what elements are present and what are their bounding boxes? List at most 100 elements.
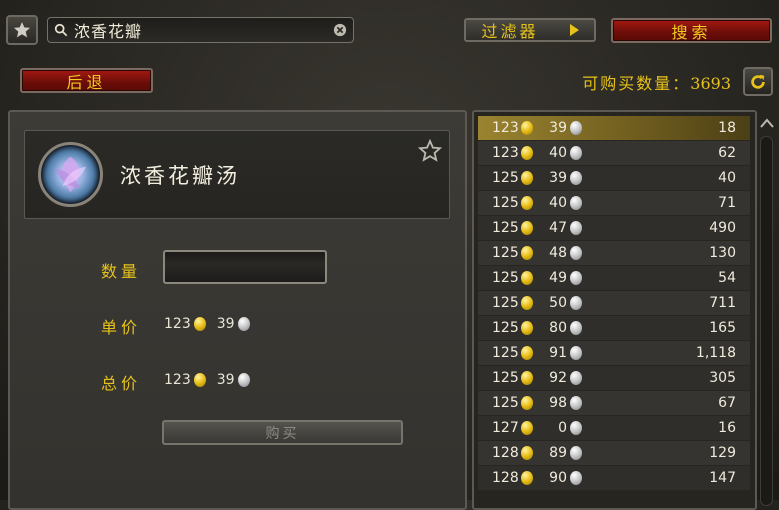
unit-price-gold: 123: [164, 316, 191, 332]
available-number: 3693: [690, 74, 731, 93]
scroll-up-button[interactable]: [758, 114, 776, 132]
listing-silver: 91: [549, 345, 567, 361]
quantity-input[interactable]: [163, 250, 327, 284]
gold-coin-icon: [521, 246, 533, 260]
item-name: 浓香花瓣汤: [120, 164, 240, 188]
listing-row[interactable]: 125 92 305: [478, 366, 750, 390]
listing-quantity: 130: [709, 245, 736, 261]
search-button[interactable]: 搜索: [611, 18, 772, 43]
favorites-button[interactable]: [6, 15, 38, 45]
back-button-label: 后退: [66, 72, 107, 92]
gold-coin-icon: [521, 396, 533, 410]
gold-coin-icon: [521, 321, 533, 335]
listing-gold: 125: [492, 370, 519, 386]
buy-button[interactable]: 购买: [162, 420, 403, 445]
gold-coin-icon: [521, 146, 533, 160]
item-icon: [38, 142, 103, 207]
silver-coin-icon: [570, 471, 582, 485]
gold-coin-icon: [193, 317, 206, 331]
listing-gold: 125: [492, 395, 519, 411]
listing-gold: 125: [492, 195, 519, 211]
gold-coin-icon: [521, 271, 533, 285]
listing-silver: 47: [549, 220, 567, 236]
silver-coin-icon: [570, 421, 582, 435]
search-button-label: 搜索: [671, 22, 712, 42]
listing-silver: 92: [549, 370, 567, 386]
listing-quantity: 71: [718, 195, 736, 211]
listing-gold: 125: [492, 270, 519, 286]
listing-silver: 39: [549, 120, 567, 136]
star-icon: [11, 19, 33, 40]
search-field[interactable]: [47, 17, 354, 43]
gold-coin-icon: [521, 346, 533, 360]
gold-coin-icon: [521, 121, 533, 135]
star-outline-icon: [418, 139, 442, 162]
silver-coin-icon: [570, 196, 582, 210]
listing-row[interactable]: 123 39 18: [478, 116, 750, 140]
listing-row[interactable]: 125 80 165: [478, 316, 750, 340]
listing-row[interactable]: 125 39 40: [478, 166, 750, 190]
listing-quantity: 18: [718, 120, 736, 136]
listing-row[interactable]: 125 47 490: [478, 216, 750, 240]
search-icon: [54, 23, 68, 37]
listings-scrollbar[interactable]: [760, 136, 773, 506]
gold-coin-icon: [521, 421, 533, 435]
listing-silver: 50: [549, 295, 567, 311]
listing-row[interactable]: 125 98 67: [478, 391, 750, 415]
listing-row[interactable]: 125 40 71: [478, 191, 750, 215]
silver-coin-icon: [570, 271, 582, 285]
silver-coin-icon: [570, 246, 582, 260]
unit-price-silver: 39: [216, 316, 235, 332]
listing-row[interactable]: 125 91 1,118: [478, 341, 750, 365]
search-input[interactable]: [74, 20, 327, 40]
listing-quantity: 711: [709, 295, 736, 311]
chevron-up-icon: [760, 118, 774, 128]
clear-search-icon[interactable]: [333, 23, 347, 37]
listing-row[interactable]: 125 50 711: [478, 291, 750, 315]
gold-coin-icon: [521, 371, 533, 385]
unit-price: 123 39: [164, 316, 250, 332]
silver-coin-icon: [570, 146, 582, 160]
listing-silver: 48: [549, 245, 567, 261]
silver-coin-icon: [570, 371, 582, 385]
back-button[interactable]: 后退: [20, 68, 153, 93]
listing-silver: 90: [549, 470, 567, 486]
silver-coin-icon: [570, 171, 582, 185]
quantity-label: 数量: [101, 262, 142, 281]
unit-price-label: 单价: [101, 318, 142, 337]
refresh-icon: [751, 74, 765, 89]
listing-row[interactable]: 127 0 16: [478, 416, 750, 440]
silver-coin-icon: [570, 121, 582, 135]
listing-quantity: 67: [718, 395, 736, 411]
listing-row[interactable]: 128 89 129: [478, 441, 750, 465]
silver-coin-icon: [570, 221, 582, 235]
filter-button[interactable]: 过滤器: [464, 18, 596, 42]
listing-quantity: 490: [709, 220, 736, 236]
listing-quantity: 1,118: [695, 345, 736, 361]
gold-coin-icon: [193, 373, 206, 387]
listing-row[interactable]: 125 48 130: [478, 241, 750, 265]
arrow-right-icon: [569, 24, 579, 36]
listing-gold: 123: [492, 120, 519, 136]
listing-gold: 125: [492, 320, 519, 336]
listing-row[interactable]: 123 40 62: [478, 141, 750, 165]
item-favorite-button[interactable]: [417, 138, 443, 164]
total-price: 123 39: [164, 372, 250, 388]
available-label: 可购买数量：: [582, 74, 691, 93]
listing-silver: 98: [549, 395, 567, 411]
listing-row[interactable]: 125 49 54: [478, 266, 750, 290]
listing-gold: 125: [492, 220, 519, 236]
listing-quantity: 40: [718, 170, 736, 186]
listing-gold: 127: [492, 420, 519, 436]
listing-quantity: 62: [718, 145, 736, 161]
filter-label: 过滤器: [481, 22, 539, 41]
listing-quantity: 305: [709, 370, 736, 386]
listing-quantity: 147: [709, 470, 736, 486]
listing-silver: 40: [549, 145, 567, 161]
listing-quantity: 54: [718, 270, 736, 286]
listing-row[interactable]: 128 90 147: [478, 466, 750, 490]
listing-silver: 49: [549, 270, 567, 286]
gold-coin-icon: [521, 446, 533, 460]
listing-gold: 128: [492, 470, 519, 486]
refresh-button[interactable]: [743, 67, 773, 96]
